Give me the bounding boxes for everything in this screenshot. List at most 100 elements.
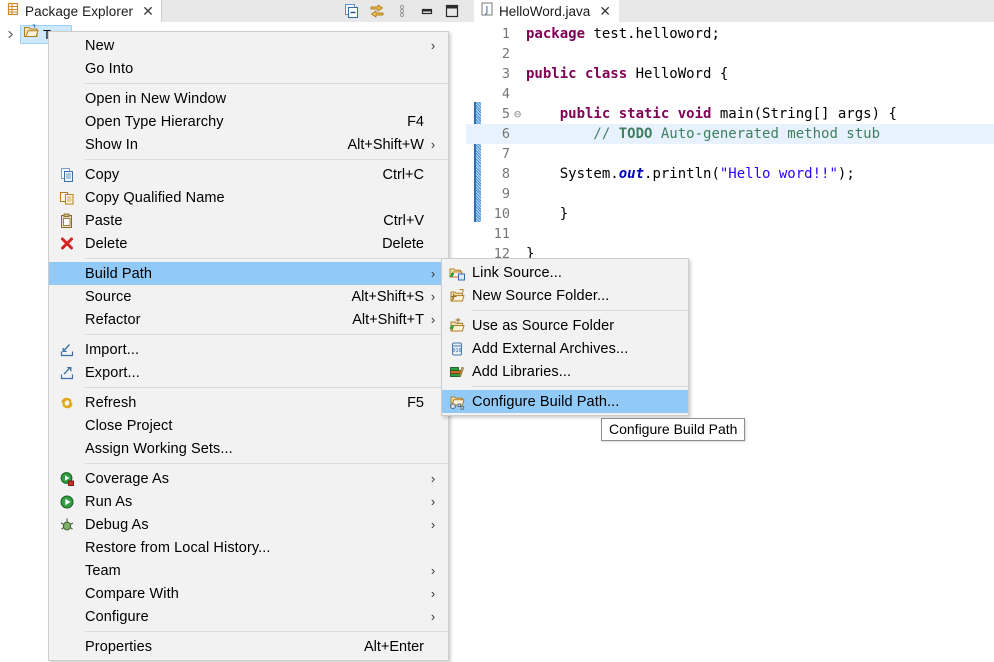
tooltip: Configure Build Path [601,418,745,441]
chevron-right-icon[interactable] [4,26,17,42]
menu-item-go-into[interactable]: Go Into [49,57,448,80]
menu-item-label: Export... [85,365,424,381]
close-icon[interactable]: ✕ [599,4,611,18]
menu-item-accelerator: Ctrl+V [383,213,426,229]
code-text [526,84,994,104]
menu-item-properties[interactable]: PropertiesAlt+Enter [49,635,448,658]
menu-item-close-project[interactable]: Close Project [49,414,448,437]
code-line[interactable]: 4 [466,84,994,104]
line-number: 4 [466,84,514,104]
code-line[interactable]: 1package test.helloword; [466,24,994,44]
menu-item-configure[interactable]: Configure› [49,605,448,628]
menu-item-source[interactable]: SourceAlt+Shift+S› [49,285,448,308]
code-line[interactable]: 11 [466,224,994,244]
fold-none [514,204,526,224]
code-line[interactable]: 7 [466,144,994,164]
java-file-icon: J [480,2,494,21]
menu-separator [85,463,448,464]
menu-item-coverage-as[interactable]: Coverage As› [49,467,448,490]
view-toolbar [344,0,464,22]
menu-item-new-source-folder[interactable]: New Source Folder... [442,284,688,307]
code-line[interactable]: 3public class HelloWord { [466,64,994,84]
menu-item-build-path[interactable]: Build Path› [49,262,448,285]
code-line[interactable]: 6 // TODO Auto-generated method stub [466,124,994,144]
menu-item-assign-working-sets[interactable]: Assign Working Sets... [49,437,448,460]
menu-item-open-type-hierarchy[interactable]: Open Type HierarchyF4 [49,110,448,133]
menu-item-team[interactable]: Team› [49,559,448,582]
submenu-arrow-icon: › [426,39,440,52]
menu-item-icon-none [49,91,85,107]
menu-item-label: Compare With [85,586,424,602]
libraries-icon [442,364,472,380]
menu-item-link-source[interactable]: Link Source... [442,261,688,284]
code-line[interactable]: 9 [466,184,994,204]
copy-qualified-name-icon [49,190,85,206]
menu-item-label: Properties [85,639,364,655]
submenu-arrow-icon: › [426,495,440,508]
menu-item-copy[interactable]: CopyCtrl+C [49,163,448,186]
menu-separator [472,310,688,311]
menu-item-label: Run As [85,494,424,510]
menu-item-accelerator: F4 [407,114,426,130]
fold-none [514,24,526,44]
menu-item-delete[interactable]: DeleteDelete [49,232,448,255]
menu-item-debug-as[interactable]: Debug As› [49,513,448,536]
link-source-icon [442,265,472,281]
menu-item-compare-with[interactable]: Compare With› [49,582,448,605]
menu-item-restore-from-local-history[interactable]: Restore from Local History... [49,536,448,559]
menu-item-label: Restore from Local History... [85,540,424,556]
line-number: 11 [466,224,514,244]
link-with-editor-icon[interactable] [369,3,385,19]
menu-item-show-in[interactable]: Show InAlt+Shift+W› [49,133,448,156]
tab-label: HelloWord.java [499,4,590,19]
fold-collapse-icon[interactable]: ⊖ [514,104,526,124]
menu-item-label: Add External Archives... [472,341,680,357]
package-explorer-tabbar: Package Explorer ✕ [0,0,466,22]
menu-item-run-as[interactable]: Run As› [49,490,448,513]
menu-item-import[interactable]: Import... [49,338,448,361]
menu-item-accelerator: Ctrl+C [383,167,427,183]
maximize-icon[interactable] [444,3,460,19]
view-menu-icon[interactable] [394,3,410,19]
menu-item-paste[interactable]: PasteCtrl+V [49,209,448,232]
menu-item-open-in-new-window[interactable]: Open in New Window [49,87,448,110]
code-text [526,144,994,164]
tab-package-explorer[interactable]: Package Explorer ✕ [0,0,162,22]
line-number: 7 [466,144,514,164]
menu-item-label: Copy Qualified Name [85,190,424,206]
menu-item-icon-none [49,563,85,579]
menu-item-label: Delete [85,236,382,252]
minimize-icon[interactable] [419,3,435,19]
menu-item-copy-qualified-name[interactable]: Copy Qualified Name [49,186,448,209]
menu-item-label: Source [85,289,351,305]
menu-item-icon-none [49,586,85,602]
close-icon[interactable]: ✕ [142,4,154,18]
menu-item-icon-none [49,441,85,457]
menu-item-add-external-archives[interactable]: 010Add External Archives... [442,337,688,360]
fold-none [514,164,526,184]
context-menu[interactable]: New›Go Into Open in New WindowOpen Type H… [48,31,449,661]
menu-item-export[interactable]: Export... [49,361,448,384]
build-path-submenu[interactable]: Link Source...New Source Folder... Use as… [441,258,689,416]
menu-item-refresh[interactable]: RefreshF5 [49,391,448,414]
menu-item-use-as-source-folder[interactable]: Use as Source Folder [442,314,688,337]
menu-item-icon-none [49,137,85,153]
menu-item-add-libraries[interactable]: Add Libraries... [442,360,688,383]
menu-item-configure-build-path[interactable]: Configure Build Path... [442,390,688,413]
menu-item-label: Configure [85,609,424,625]
code-line[interactable]: 2 [466,44,994,64]
line-number: 1 [466,24,514,44]
menu-item-icon-none [49,266,85,282]
menu-item-label: Build Path [85,266,424,282]
menu-item-new[interactable]: New› [49,34,448,57]
tab-helloword-java[interactable]: J HelloWord.java ✕ [474,0,619,22]
code-line[interactable]: 8 System.out.println("Hello word!!"); [466,164,994,184]
menu-item-label: Use as Source Folder [472,318,680,334]
menu-item-icon-none [49,312,85,328]
fold-none [514,144,526,164]
line-number: 8 [466,164,514,184]
code-line[interactable]: 10 } [466,204,994,224]
menu-item-refactor[interactable]: RefactorAlt+Shift+T› [49,308,448,331]
collapse-all-icon[interactable] [344,3,360,19]
code-line[interactable]: 5⊖ public static void main(String[] args… [466,104,994,124]
